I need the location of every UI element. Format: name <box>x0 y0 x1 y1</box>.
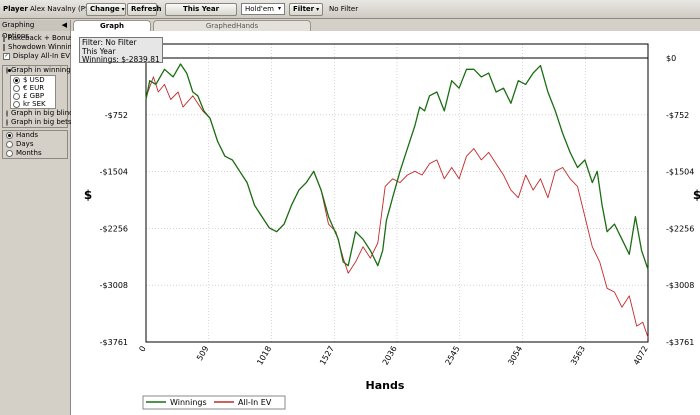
chevron-down-icon: ▾ <box>121 5 125 13</box>
radio-dot <box>13 100 20 108</box>
chevron-down-icon: ▾ <box>277 5 281 12</box>
units-group: Graph in winnings $ USD € EUR £ GBP kr S… <box>2 65 77 128</box>
radio-label: Graph in winnings <box>11 66 75 74</box>
radio-dot <box>13 84 20 92</box>
change-player-button[interactable]: Change ▾ <box>86 2 126 16</box>
refresh-button[interactable]: Refresh <box>127 2 162 16</box>
radio-label: kr SEK <box>23 99 46 108</box>
radio-dot <box>6 141 13 148</box>
radio-label: Graph in big bets <box>11 118 72 126</box>
x-axis-group: Hands Days Months <box>2 130 68 159</box>
currency-sek-radio[interactable]: kr SEK <box>11 100 55 108</box>
filter-button-label: Filter <box>293 4 315 13</box>
x-axis-hands-radio[interactable]: Hands <box>3 131 67 140</box>
panel-header: Graphing Options ◀ <box>0 20 70 40</box>
collapse-arrow-icon[interactable]: ◀ <box>62 20 67 31</box>
filter-status: No Filter <box>329 5 359 13</box>
chart-area <box>71 31 700 415</box>
player-label: Player <box>3 5 28 13</box>
x-axis-months-radio[interactable]: Months <box>3 149 67 158</box>
currency-list: $ USD € EUR £ GBP kr SEK <box>10 75 56 109</box>
checkbox-box <box>3 44 5 51</box>
radio-dot <box>6 67 11 74</box>
graph-in-winnings-radio[interactable]: Graph in winnings <box>3 66 74 75</box>
radio-label: Months <box>16 149 42 157</box>
tab-graphed-hands[interactable]: GraphedHands <box>153 20 311 31</box>
checkbox-box <box>3 35 5 42</box>
checkbox-label: Showdown Winnings <box>8 43 81 51</box>
tab-graph[interactable]: Graph <box>73 20 151 31</box>
radio-dot <box>6 110 8 117</box>
filter-button[interactable]: Filter ▾ <box>289 2 323 16</box>
rakeback-checkbox[interactable]: Rakeback + Bonuses <box>0 34 82 43</box>
radio-dot <box>13 76 20 84</box>
panel-title: Graphing Options <box>2 21 35 40</box>
game-type-select[interactable]: Hold'em ▾ <box>241 3 285 15</box>
checkmark-icon: ✓ <box>3 53 10 60</box>
allin-ev-checkbox[interactable]: ✓ Display All-In EV <box>0 52 70 61</box>
checkbox-label: Display All-In EV <box>12 52 70 60</box>
tab-bar: Graph GraphedHands <box>71 20 700 31</box>
x-axis-days-radio[interactable]: Days <box>3 140 67 149</box>
radio-label: Days <box>16 140 34 148</box>
chevron-down-icon: ▾ <box>316 5 320 13</box>
graph-in-big-blinds-radio[interactable]: Graph in big blinds <box>3 109 77 118</box>
player-name: Alex Navalny (PS) <box>30 5 93 13</box>
graph-in-big-bets-radio[interactable]: Graph in big bets <box>3 118 72 127</box>
toolbar: Player Alex Navalny (PS) Change ▾ Refres… <box>0 0 700 19</box>
change-button-label: Change <box>90 4 120 13</box>
radio-label: Graph in big blinds <box>11 109 78 117</box>
game-type-value: Hold'em <box>245 5 274 13</box>
radio-dot <box>6 119 8 126</box>
radio-dot <box>6 132 13 139</box>
filter-info-box: Filter: No Filter This Year Winnings: $-… <box>79 37 163 64</box>
period-button[interactable]: This Year <box>165 2 237 16</box>
info-winnings: Winnings: $-2839.81 <box>82 55 160 64</box>
radio-label: Hands <box>16 131 39 139</box>
radio-dot <box>6 150 13 157</box>
graphing-options-panel: Graphing Options ◀ Rakeback + Bonuses Sh… <box>0 20 82 415</box>
radio-dot <box>13 92 20 100</box>
showdown-checkbox[interactable]: Showdown Winnings <box>0 43 80 52</box>
